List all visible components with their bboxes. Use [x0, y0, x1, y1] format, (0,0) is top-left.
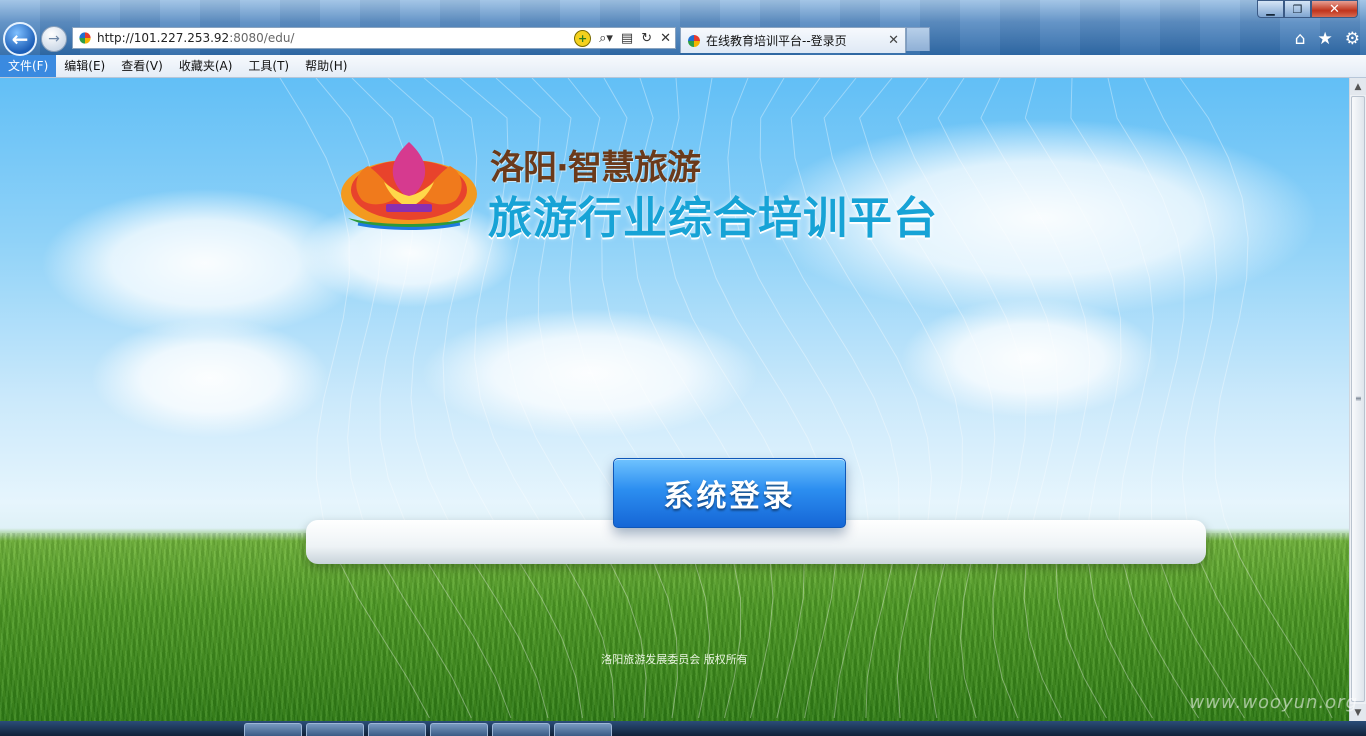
wave-line: [727, 78, 869, 719]
wave-line: [937, 78, 1062, 719]
wave-line: [1107, 78, 1245, 719]
menu-favorites[interactable]: 收藏夹(A): [171, 55, 241, 77]
maximize-button[interactable]: ❐: [1284, 0, 1311, 18]
home-icon[interactable]: ⌂: [1295, 29, 1306, 49]
copyright-text: 洛阳旅游发展委员会 版权所有: [601, 653, 748, 666]
page-viewport: 洛阳·智慧旅游 旅游行业综合培训平台 系统登录 洛阳旅游发展委员会 版权所有: [0, 78, 1349, 721]
menu-help[interactable]: 帮助(H): [297, 55, 355, 77]
browser-right-icons: ⌂ ★ ⚙: [1295, 29, 1360, 49]
tab-login-page[interactable]: 在线教育培训平台--登录页 ✕: [680, 27, 906, 53]
site-favicon-icon: [79, 32, 91, 44]
wave-line: [823, 78, 963, 719]
taskbar-button[interactable]: [306, 723, 364, 736]
compat-view-icon[interactable]: +: [574, 30, 592, 47]
taskbar-button[interactable]: [244, 723, 302, 736]
wave-line: [980, 78, 1107, 719]
taskbar-button[interactable]: [554, 723, 612, 736]
wave-line: [1143, 78, 1290, 719]
back-arrow-icon: ←: [11, 27, 29, 51]
minimize-button[interactable]: ▁: [1257, 0, 1284, 18]
wave-line: [859, 78, 996, 719]
settings-gear-icon[interactable]: ⚙: [1345, 29, 1360, 49]
favorites-star-icon[interactable]: ★: [1318, 29, 1333, 49]
wave-line: [1024, 78, 1153, 719]
browser-toolbar: ← → http://101.227.253.92:8080/edu/ + ⌕▾…: [0, 0, 1366, 56]
watermark-text: www.wooyun.org: [1189, 692, 1358, 713]
menu-tools[interactable]: 工具(T): [240, 55, 297, 77]
stop-icon[interactable]: ✕: [660, 31, 671, 46]
menu-edit[interactable]: 编辑(E): [56, 55, 113, 77]
minimize-icon: ▁: [1266, 2, 1275, 16]
forward-arrow-icon: →: [48, 31, 60, 47]
tab-favicon-icon: [688, 34, 700, 47]
taskbar-button[interactable]: [430, 723, 488, 736]
wave-line: [695, 78, 837, 719]
wave-line: [1070, 78, 1200, 719]
maximize-icon: ❐: [1292, 2, 1303, 16]
platform-title: 旅游行业综合培训平台: [488, 193, 938, 244]
search-icon[interactable]: ⌕▾: [599, 31, 613, 46]
lotus-logo-icon: [341, 142, 477, 230]
new-tab-button[interactable]: [906, 27, 930, 51]
back-button[interactable]: ←: [3, 22, 37, 56]
tab-close-icon[interactable]: ✕: [888, 33, 899, 48]
close-window-button[interactable]: ✕: [1311, 0, 1358, 18]
system-login-button[interactable]: 系统登录: [613, 458, 846, 528]
grip-icon: ≡: [1355, 394, 1362, 403]
wave-line: [790, 78, 933, 719]
forward-button[interactable]: →: [41, 26, 67, 52]
address-url[interactable]: http://101.227.253.92:8080/edu/: [97, 31, 294, 45]
vertical-scrollbar[interactable]: ▲ ≡ ▼: [1349, 78, 1366, 721]
taskbar-button[interactable]: [492, 723, 550, 736]
taskbar: [0, 721, 1366, 736]
compat-page-icon[interactable]: ▤: [621, 31, 633, 46]
wave-line: [759, 78, 900, 719]
window-controls: ▁ ❐ ✕: [1257, 0, 1358, 18]
scroll-up-icon[interactable]: ▲: [1350, 78, 1366, 95]
taskbar-button[interactable]: [368, 723, 426, 736]
tab-title: 在线教育培训平台--登录页: [706, 34, 847, 48]
address-tools: + ⌕▾ ▤ ↻ ✕: [574, 30, 671, 47]
menu-bar: 文件(F) 编辑(E) 查看(V) 收藏夹(A) 工具(T) 帮助(H): [0, 55, 1366, 78]
refresh-icon[interactable]: ↻: [641, 31, 652, 46]
menu-view[interactable]: 查看(V): [113, 55, 171, 77]
close-icon: ✕: [1329, 1, 1340, 17]
address-bar[interactable]: http://101.227.253.92:8080/edu/ + ⌕▾ ▤ ↻…: [72, 27, 676, 49]
wave-line: [1179, 78, 1333, 719]
menu-file[interactable]: 文件(F): [0, 55, 57, 77]
scrollbar-thumb[interactable]: ≡: [1351, 96, 1365, 702]
